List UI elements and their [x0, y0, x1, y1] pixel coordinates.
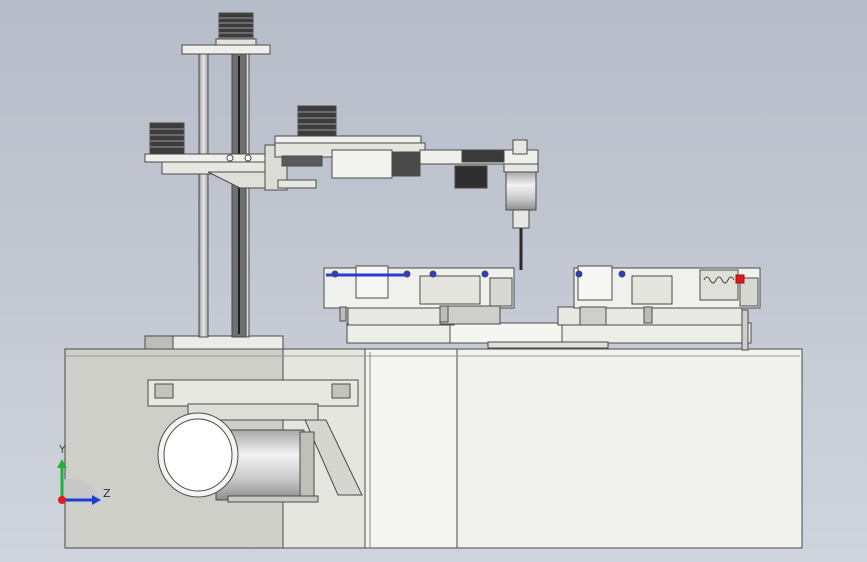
spindle-top — [512, 139, 528, 155]
graphics-viewport[interactable]: Y Z — [0, 0, 867, 562]
carriage-top-plate[interactable] — [144, 153, 276, 163]
left-fixture[interactable] — [323, 265, 515, 326]
arm-belt — [461, 149, 505, 163]
z-axis-label: Z — [103, 487, 111, 500]
cabinet-center-section[interactable] — [364, 348, 458, 549]
x-axis-origin — [58, 496, 66, 504]
cad-model-scene[interactable] — [0, 0, 867, 562]
y-axis-label: Y — [59, 443, 66, 456]
column-top-plate[interactable] — [181, 44, 271, 55]
top-stepper-motor[interactable] — [215, 12, 257, 46]
spindle-motor[interactable] — [505, 171, 537, 211]
rotary-table-hub — [487, 341, 609, 349]
right-fixture-red-marker — [735, 274, 745, 284]
arm-gear-1 — [391, 151, 421, 177]
cabinet-right-section[interactable] — [456, 348, 803, 549]
left-stepper-motor[interactable] — [149, 122, 185, 156]
column-right-rail — [245, 51, 250, 338]
arm-stepper-motor[interactable] — [297, 105, 337, 137]
motor-bracket[interactable] — [147, 379, 359, 407]
column-base-block — [144, 335, 174, 350]
spring-clamp — [699, 269, 739, 301]
column-left-rail[interactable] — [198, 51, 209, 338]
vertical-column-assembly[interactable] — [144, 44, 284, 350]
spindle-chuck — [512, 209, 530, 229]
carriage-gusset — [207, 171, 271, 189]
arm-upper-plate[interactable] — [274, 135, 422, 144]
arm-gear-2 — [454, 165, 488, 189]
spindle-end-effector[interactable] — [503, 163, 539, 270]
right-fixture-post — [741, 309, 749, 351]
rotary-table[interactable] — [346, 322, 752, 349]
arm-pulley-1 — [281, 155, 323, 167]
horizontal-arm[interactable] — [274, 105, 539, 189]
carriage-foot — [277, 179, 317, 189]
arm-housing — [331, 149, 393, 179]
